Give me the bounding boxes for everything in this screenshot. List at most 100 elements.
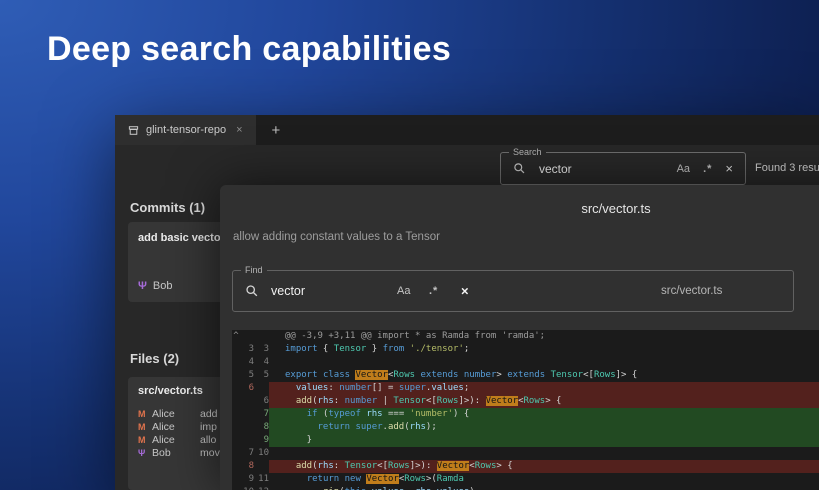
old-line-number: 9 xyxy=(240,473,254,486)
author-name: Alice xyxy=(152,434,200,446)
new-line-number: 12 xyxy=(254,486,269,490)
old-line-number: 3 xyxy=(240,343,254,356)
new-line-number: 8 xyxy=(254,421,269,434)
diff-row: 1012 .zip(this.values, rhs.values) xyxy=(232,486,819,490)
tab-glint-tensor-repo[interactable]: glint-tensor-repo × xyxy=(115,115,256,145)
diff-code-line: @@ -3,9 +3,11 @@ import * as Ramda from … xyxy=(269,330,819,343)
search-results-count: Found 3 results xyxy=(755,162,819,174)
diff-gutter: 55 xyxy=(232,369,269,382)
diff-rows: ^ @@ -3,9 +3,11 @@ import * as Ramda from… xyxy=(232,330,819,490)
diff-code-line: } xyxy=(269,434,819,447)
diff-gutter: 8 xyxy=(232,460,269,473)
diff-row: 44 xyxy=(232,356,819,369)
find-match-case-icon[interactable]: Aa xyxy=(397,285,410,297)
diff-code-line xyxy=(269,447,819,460)
tab-close-icon[interactable]: × xyxy=(236,124,242,136)
clear-search-icon[interactable]: × xyxy=(725,161,733,176)
diff-code-line: return super.add(rhs); xyxy=(269,421,819,434)
regex-icon[interactable]: .* xyxy=(703,163,712,175)
diff-row: 9 } xyxy=(232,434,819,447)
diff-gutter: 7 xyxy=(232,408,269,421)
diff-code-line: add(rhs: number | Tensor<[Rows]>): Vecto… xyxy=(269,395,819,408)
fold-spacer xyxy=(232,421,240,434)
diff-row: 55export class Vector<Rows extends numbe… xyxy=(232,369,819,382)
diff-view: ^ @@ -3,9 +3,11 @@ import * as Ramda from… xyxy=(232,330,819,490)
diff-gutter: 6 xyxy=(232,395,269,408)
commit-title: add basic vector xyxy=(138,232,225,244)
overlay-title: src/vector.ts xyxy=(220,201,819,216)
diff-code-line xyxy=(269,356,819,369)
search-input[interactable]: vector xyxy=(539,162,664,176)
new-line-number: 7 xyxy=(254,408,269,421)
new-line-number: 10 xyxy=(254,447,269,460)
fold-chevron-icon[interactable]: ^ xyxy=(232,330,240,343)
commit-author-name: Bob xyxy=(153,280,173,292)
search-match-highlight: Vector xyxy=(437,461,470,471)
old-line-number xyxy=(240,434,254,447)
search-match-highlight: Vector xyxy=(486,396,519,406)
fold-spacer xyxy=(232,473,240,486)
old-line-number xyxy=(240,395,254,408)
diff-code-line: .zip(this.values, rhs.values) xyxy=(269,486,819,490)
diff-gutter: ^ xyxy=(232,330,269,343)
author-name: Alice xyxy=(152,421,200,433)
tab-bar: glint-tensor-repo × + xyxy=(115,115,819,145)
find-clear-icon[interactable]: × xyxy=(461,284,469,299)
diff-row: ^ @@ -3,9 +3,11 @@ import * as Ramda from… xyxy=(232,330,819,343)
old-line-number: 10 xyxy=(240,486,254,490)
diff-gutter: 8 xyxy=(232,421,269,434)
diff-gutter: 710 xyxy=(232,447,269,460)
fold-spacer xyxy=(232,382,240,395)
fold-spacer xyxy=(232,395,240,408)
new-line-number xyxy=(254,460,269,473)
new-line-number: 9 xyxy=(254,434,269,447)
global-search-box[interactable]: Search vector Aa .* × xyxy=(500,152,746,185)
fold-spacer xyxy=(232,434,240,447)
diff-code-line: import { Tensor } from './tensor'; xyxy=(269,343,819,356)
diff-gutter: 911 xyxy=(232,473,269,486)
search-icon xyxy=(513,162,526,175)
new-line-number xyxy=(254,382,269,395)
old-line-number: 4 xyxy=(240,356,254,369)
overlay-subtitle: allow adding constant values to a Tensor xyxy=(233,231,440,243)
find-regex-icon[interactable]: .* xyxy=(429,285,438,297)
commit-message: add xyxy=(200,408,218,420)
diff-code-line: if (typeof rhs === 'number') { xyxy=(269,408,819,421)
new-line-number: 3 xyxy=(254,343,269,356)
new-line-number: 6 xyxy=(254,395,269,408)
commit-message: allo xyxy=(200,434,216,446)
diff-row: 911 return new Vector<Rows>(Ramda xyxy=(232,473,819,486)
new-line-number: 4 xyxy=(254,356,269,369)
new-line-number xyxy=(254,330,269,343)
files-heading: Files (2) xyxy=(130,351,179,366)
file-detail-panel: src/vector.ts allow adding constant valu… xyxy=(220,185,819,490)
file-card-title: src/vector.ts xyxy=(138,385,203,397)
commits-heading: Commits (1) xyxy=(130,200,205,215)
diff-row: 8 return super.add(rhs); xyxy=(232,421,819,434)
old-line-number: 6 xyxy=(240,382,254,395)
author-avatar-icon: M xyxy=(138,435,152,445)
find-input[interactable]: vector xyxy=(271,284,305,298)
author-name: Alice xyxy=(152,408,200,420)
new-tab-button[interactable]: + xyxy=(256,115,297,145)
fold-spacer xyxy=(232,343,240,356)
fold-spacer xyxy=(232,486,240,490)
find-box[interactable]: Find vector Aa .* × src/vector.ts xyxy=(232,270,794,312)
diff-row: 8 add(rhs: Tensor<[Rows]>): Vector<Rows>… xyxy=(232,460,819,473)
diff-code-line: export class Vector<Rows extends number>… xyxy=(269,369,819,382)
diff-gutter: 9 xyxy=(232,434,269,447)
fold-spacer xyxy=(232,447,240,460)
match-case-icon[interactable]: Aa xyxy=(677,163,690,175)
author-avatar-icon: M xyxy=(138,422,152,432)
find-current-file: src/vector.ts xyxy=(661,285,722,297)
find-legend: Find xyxy=(241,264,267,276)
commit-message: imp xyxy=(200,421,217,433)
commit-message: mov xyxy=(200,447,220,459)
diff-row: 6 values: number[] = super.values; xyxy=(232,382,819,395)
repo-icon xyxy=(128,125,139,136)
fold-spacer xyxy=(232,408,240,421)
diff-code-line: values: number[] = super.values; xyxy=(269,382,819,395)
fold-spacer xyxy=(232,369,240,382)
find-search-icon xyxy=(245,284,259,298)
old-line-number xyxy=(240,330,254,343)
